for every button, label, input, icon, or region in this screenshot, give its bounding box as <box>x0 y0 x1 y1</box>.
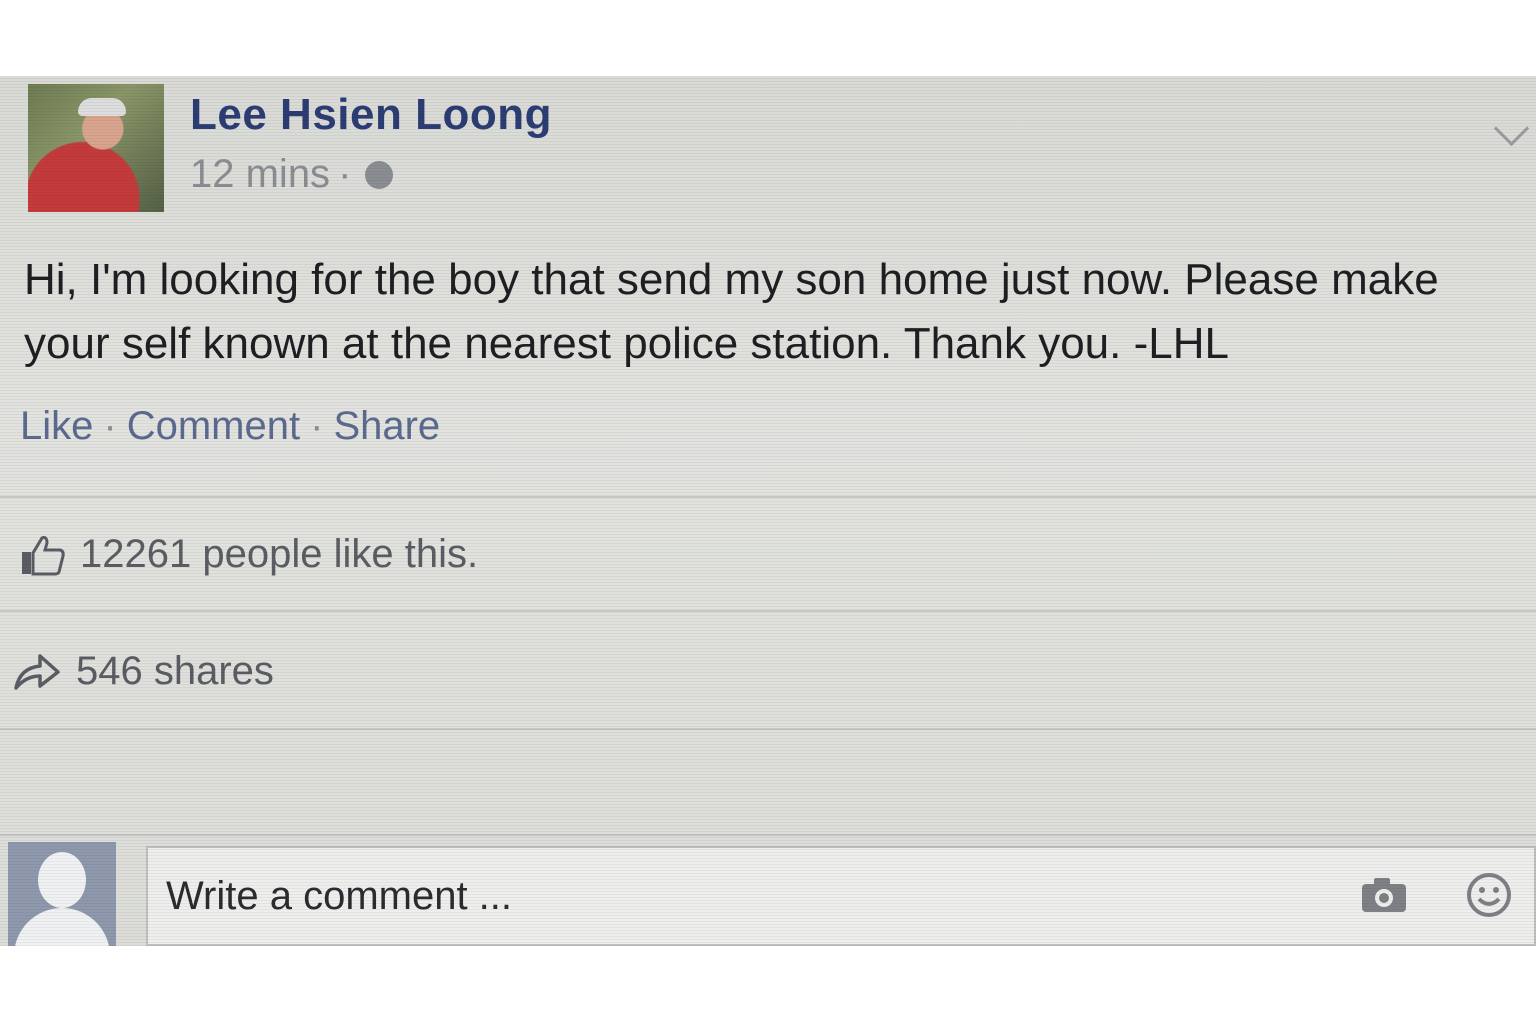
post-actions: Like · Comment · Share <box>20 404 440 449</box>
divider <box>0 496 1536 498</box>
divider <box>0 728 1536 730</box>
likes-count[interactable]: 12261 people like this. <box>80 532 478 577</box>
comment-input[interactable]: Write a comment ... <box>146 846 1536 946</box>
post-card: Lee Hsien Loong 12 mins · Hi, I'm lookin… <box>0 76 1536 946</box>
smiley-icon[interactable] <box>1466 872 1512 918</box>
post-time[interactable]: 12 mins <box>190 152 330 197</box>
screen-texture <box>0 76 1536 946</box>
comment-link[interactable]: Comment <box>127 404 300 449</box>
comment-placeholder: Write a comment ... <box>166 874 513 918</box>
likes-row[interactable]: 12261 people like this. <box>20 532 478 577</box>
divider <box>0 610 1536 612</box>
author-avatar[interactable] <box>28 84 164 212</box>
globe-icon <box>365 160 394 189</box>
share-arrow-icon <box>14 654 60 690</box>
post-meta: 12 mins · <box>190 152 394 197</box>
action-separator: · <box>103 404 117 448</box>
author-name[interactable]: Lee Hsien Loong <box>190 90 552 140</box>
chevron-down-icon[interactable] <box>1493 110 1530 147</box>
post-text: Hi, I'm looking for the boy that send my… <box>24 255 1439 368</box>
commenter-avatar <box>8 842 116 946</box>
camera-icon[interactable] <box>1360 876 1408 914</box>
action-separator: · <box>310 404 324 448</box>
like-link[interactable]: Like <box>20 404 93 449</box>
meta-separator: · <box>338 152 352 196</box>
thumbs-up-icon <box>22 535 65 575</box>
comment-composer: Write a comment ... <box>0 840 1536 946</box>
divider <box>0 834 1536 836</box>
share-link[interactable]: Share <box>333 404 440 449</box>
shares-row[interactable]: 546 shares <box>12 648 274 694</box>
shares-count[interactable]: 546 shares <box>76 649 274 694</box>
